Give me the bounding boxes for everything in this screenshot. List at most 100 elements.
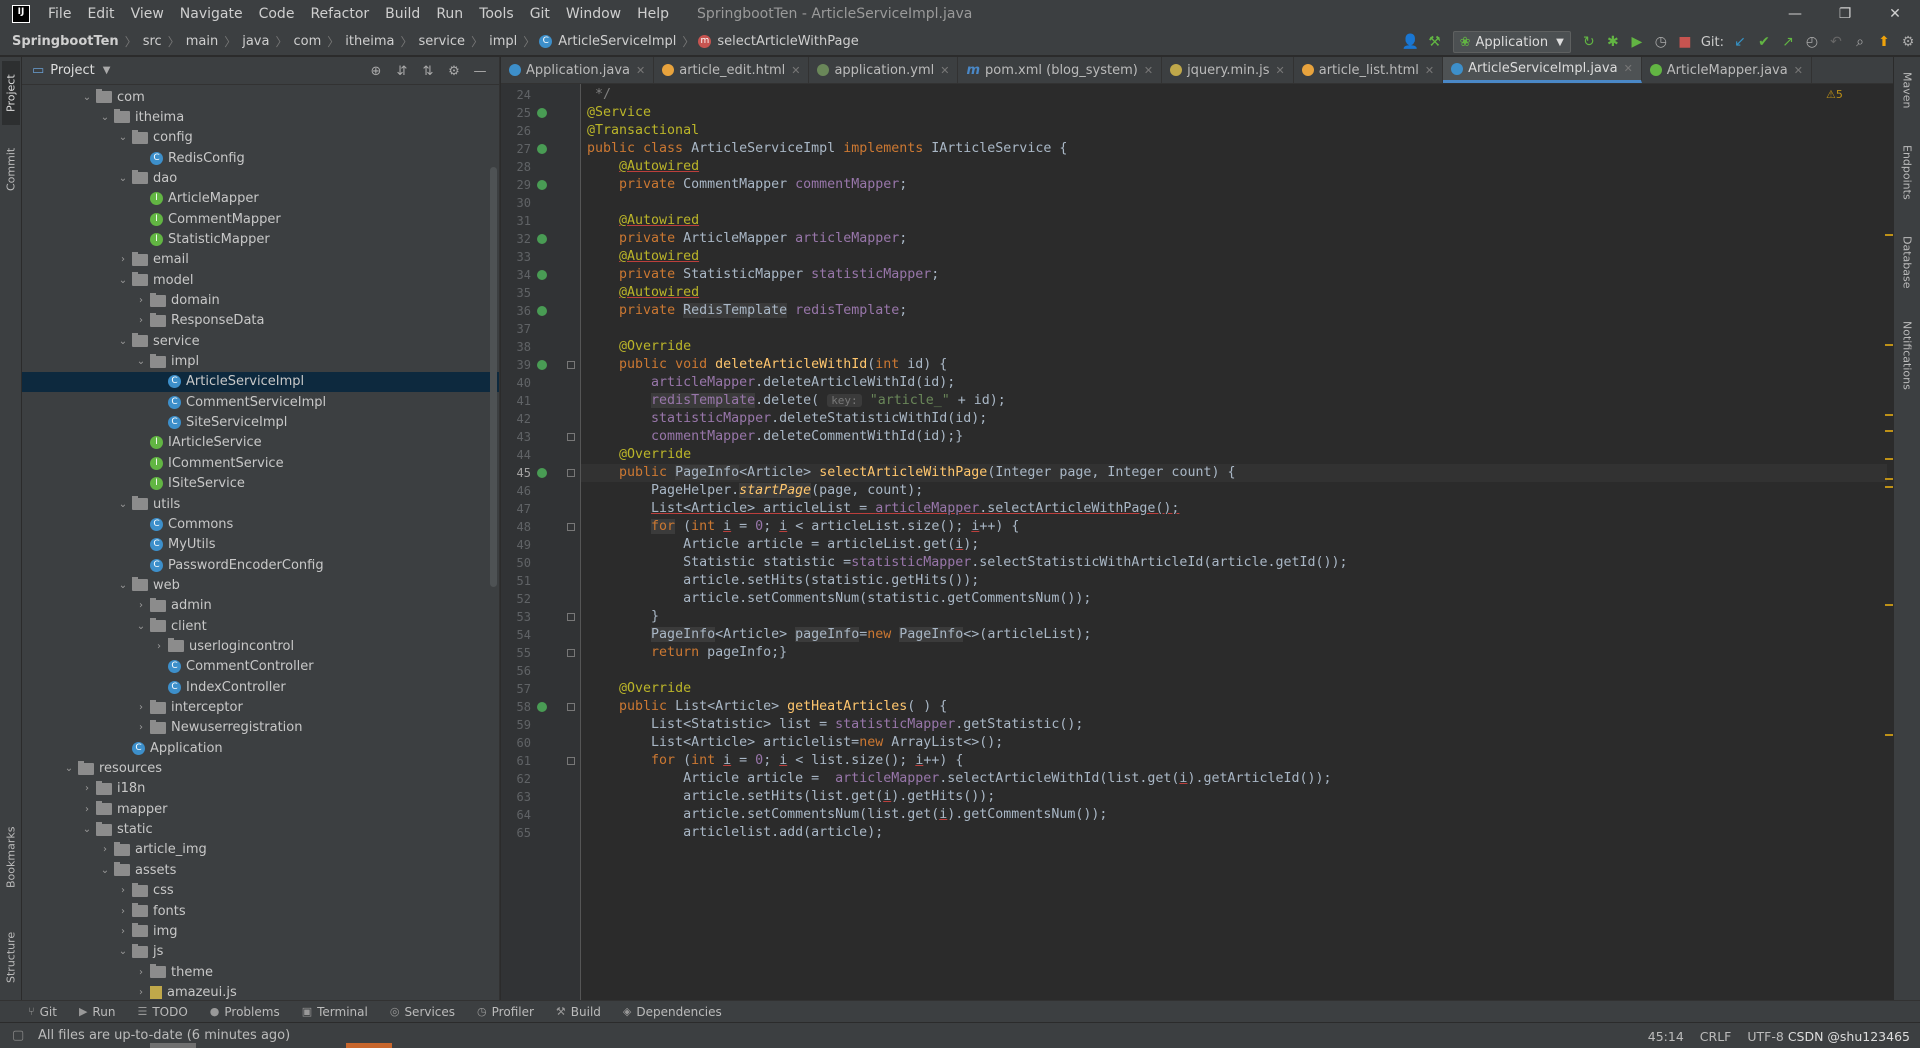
- breadcrumb-item[interactable]: java: [240, 34, 271, 49]
- hammer-build-icon[interactable]: ⚒: [1423, 34, 1447, 50]
- tool-tab-endpoints[interactable]: Endpoints: [1898, 137, 1916, 207]
- tree-item[interactable]: C MyUtils: [22, 535, 499, 555]
- warning-stripe-mark[interactable]: [1885, 430, 1893, 432]
- gutter-line[interactable]: 57: [501, 680, 581, 698]
- tool-tab-commit[interactable]: Commit: [2, 137, 20, 201]
- spring-bean-gutter-icon[interactable]: [537, 108, 547, 118]
- gutter-line[interactable]: 45: [501, 464, 581, 482]
- tree-item[interactable]: I StatisticMapper: [22, 229, 499, 249]
- close-tab-icon[interactable]: ✕: [636, 64, 645, 77]
- editor-tab[interactable]: Application.java ✕: [501, 57, 655, 83]
- menu-build[interactable]: Build: [377, 0, 428, 28]
- tree-item[interactable]: ⌄ itheima: [22, 107, 499, 127]
- chevron-right-icon[interactable]: ›: [98, 844, 112, 855]
- close-tab-icon[interactable]: ✕: [1144, 64, 1153, 77]
- close-tab-icon[interactable]: ✕: [1425, 64, 1434, 77]
- git-push-icon[interactable]: ↗: [1776, 34, 1800, 50]
- chevron-right-icon[interactable]: ›: [134, 600, 148, 611]
- warning-stripe-mark[interactable]: [1885, 458, 1893, 460]
- gutter-line[interactable]: 36: [501, 302, 581, 320]
- tree-item[interactable]: ⌄ utils: [22, 494, 499, 514]
- tree-item[interactable]: C Commons: [22, 514, 499, 534]
- tree-item[interactable]: ⌄ static: [22, 820, 499, 840]
- code-line[interactable]: PageInfo<Article> pageInfo=new PageInfo<…: [587, 626, 1887, 644]
- code-line[interactable]: private RedisTemplate redisTemplate;: [587, 302, 1887, 320]
- code-line[interactable]: private CommentMapper commentMapper;: [587, 176, 1887, 194]
- tree-item[interactable]: ⌄ js: [22, 942, 499, 962]
- gutter-line[interactable]: 64: [501, 806, 581, 824]
- menu-window[interactable]: Window: [558, 0, 629, 28]
- gutter-line[interactable]: 60: [501, 734, 581, 752]
- warning-stripe-mark[interactable]: [1885, 734, 1893, 736]
- code-line[interactable]: [587, 320, 1887, 338]
- select-opened-file-icon[interactable]: ⊕: [363, 64, 389, 79]
- chevron-right-icon[interactable]: ›: [134, 722, 148, 733]
- gutter-line[interactable]: 46: [501, 482, 581, 500]
- tree-item[interactable]: › fonts: [22, 901, 499, 921]
- chevron-right-icon[interactable]: ›: [152, 641, 166, 652]
- search-icon[interactable]: ⌕: [1848, 34, 1872, 50]
- chevron-down-icon[interactable]: ⌄: [62, 763, 76, 774]
- gutter-line[interactable]: 26: [501, 122, 581, 140]
- coverage-icon[interactable]: ▶: [1625, 34, 1649, 50]
- warning-stripe-mark[interactable]: [1885, 478, 1893, 480]
- settings-gear-icon[interactable]: ⚙: [1896, 34, 1920, 50]
- tree-item[interactable]: ⌄ config: [22, 128, 499, 148]
- code-line[interactable]: List<Statistic> list = statisticMapper.g…: [587, 716, 1887, 734]
- spring-bean-gutter-icon[interactable]: [537, 468, 547, 478]
- gutter-line[interactable]: 44: [501, 446, 581, 464]
- code-line[interactable]: }: [587, 608, 1887, 626]
- tree-item[interactable]: ⌄ dao: [22, 168, 499, 188]
- tool-tab-notifications[interactable]: Notifications: [1898, 315, 1916, 395]
- gutter-line[interactable]: 41: [501, 392, 581, 410]
- gutter-line[interactable]: 42: [501, 410, 581, 428]
- tree-item[interactable]: ⌄ client: [22, 616, 499, 636]
- gutter-line[interactable]: 39: [501, 356, 581, 374]
- fold-marker-icon[interactable]: [567, 433, 575, 441]
- menu-view[interactable]: View: [123, 0, 172, 28]
- menu-help[interactable]: Help: [629, 0, 677, 28]
- chevron-down-icon[interactable]: ⌄: [134, 621, 148, 632]
- chevron-down-icon[interactable]: ⌄: [98, 112, 112, 123]
- gutter-line[interactable]: 37: [501, 320, 581, 338]
- code-line[interactable]: for (int i = 0; i < articleList.size(); …: [587, 518, 1887, 536]
- chevron-down-icon[interactable]: ⌄: [116, 132, 130, 143]
- fold-marker-icon[interactable]: [567, 649, 575, 657]
- code-line[interactable]: private ArticleMapper articleMapper;: [587, 230, 1887, 248]
- tool-window-build[interactable]: ⚒ Build: [556, 1005, 601, 1019]
- code-line[interactable]: [587, 662, 1887, 680]
- gutter-line[interactable]: 49: [501, 536, 581, 554]
- close-window-button[interactable]: ✕: [1870, 0, 1920, 28]
- gutter-line[interactable]: 33: [501, 248, 581, 266]
- minimize-button[interactable]: —: [1770, 0, 1820, 28]
- menu-run[interactable]: Run: [428, 0, 471, 28]
- warning-count-badge[interactable]: ⚠5: [1826, 88, 1843, 101]
- close-tab-icon[interactable]: ✕: [1624, 62, 1633, 75]
- warning-stripe-mark[interactable]: [1885, 414, 1893, 416]
- editor-tab[interactable]: ArticleMapper.java ✕: [1642, 57, 1812, 83]
- breadcrumb-item[interactable]: main: [184, 34, 220, 49]
- code-line[interactable]: article.setCommentsNum(statistic.getComm…: [587, 590, 1887, 608]
- tree-item[interactable]: ⌄ impl: [22, 352, 499, 372]
- code-line[interactable]: @Autowired: [587, 248, 1887, 266]
- hide-panel-icon[interactable]: —: [467, 64, 493, 79]
- fold-marker-icon[interactable]: [567, 469, 575, 477]
- chevron-right-icon[interactable]: ›: [116, 906, 130, 917]
- gutter-line[interactable]: 30: [501, 194, 581, 212]
- warning-stripe-mark[interactable]: [1885, 344, 1893, 346]
- git-update-icon[interactable]: ↙: [1728, 34, 1752, 50]
- tree-item[interactable]: › img: [22, 921, 499, 941]
- gutter-line[interactable]: 56: [501, 662, 581, 680]
- code-line[interactable]: @Autowired: [587, 158, 1887, 176]
- tree-item[interactable]: C CommentServiceImpl: [22, 392, 499, 412]
- error-stripe[interactable]: [1885, 84, 1893, 1000]
- project-tree-scrollbar[interactable]: [490, 167, 497, 587]
- code-line[interactable]: @Autowired: [587, 212, 1887, 230]
- tree-item[interactable]: › mapper: [22, 799, 499, 819]
- breadcrumb-item[interactable]: itheima: [343, 34, 396, 49]
- gutter-line[interactable]: 38: [501, 338, 581, 356]
- tree-item[interactable]: › interceptor: [22, 698, 499, 718]
- code-line[interactable]: @Override: [587, 446, 1887, 464]
- debug-icon[interactable]: ✱: [1601, 34, 1625, 50]
- fold-marker-icon[interactable]: [567, 757, 575, 765]
